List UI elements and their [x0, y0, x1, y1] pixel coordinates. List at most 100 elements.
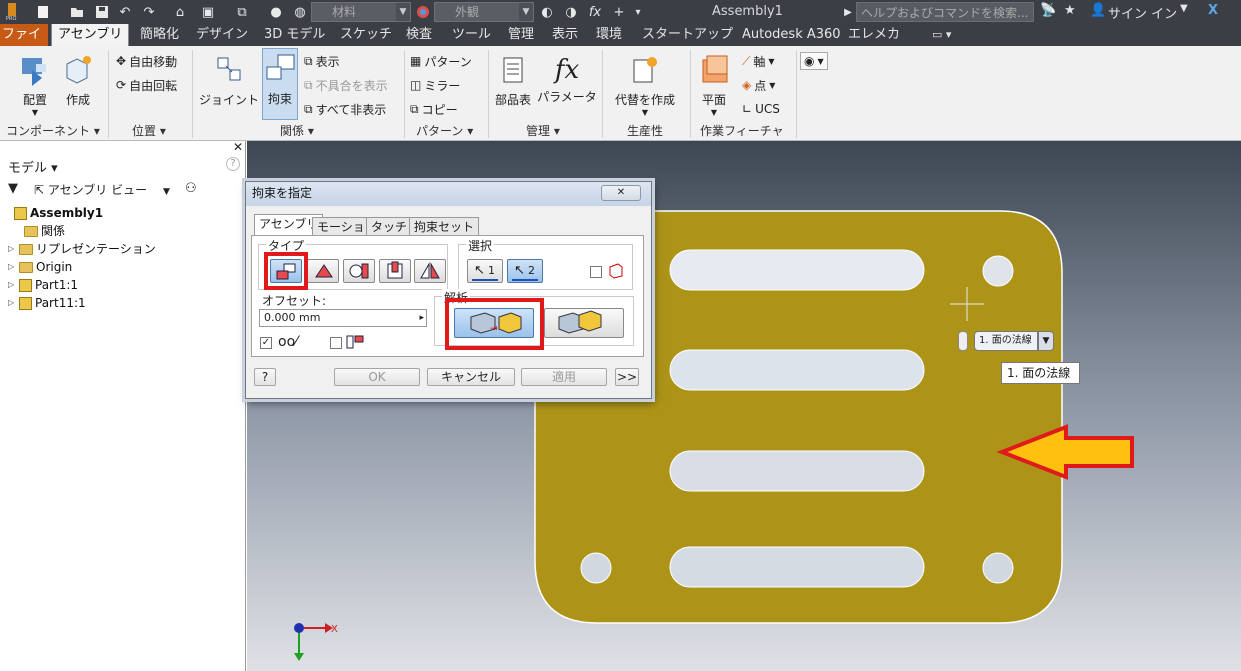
expand-icon[interactable]: ▷	[8, 259, 16, 275]
plane-button[interactable]: 平面 ▼	[694, 52, 734, 117]
tab-inspect[interactable]: 検査	[400, 24, 438, 46]
material-dropdown[interactable]: 材料 ▼	[311, 2, 411, 22]
flush-solution-button[interactable]	[544, 308, 624, 338]
axis-button[interactable]: ⟋ 軸 ▼	[742, 52, 775, 70]
tab-design[interactable]: デザイン	[190, 24, 254, 46]
tangent-constraint-button[interactable]	[343, 259, 375, 283]
pattern-button[interactable]: ▦ パターン	[410, 52, 472, 70]
apply-button[interactable]: 適用	[521, 368, 607, 386]
tree-item-assembly[interactable]: Assembly1	[14, 205, 103, 221]
point-button[interactable]: ◈ 点 ▼	[742, 76, 775, 94]
tab-simplify[interactable]: 簡略化	[134, 24, 185, 46]
insert-constraint-button[interactable]	[379, 259, 411, 283]
symmetry-constraint-button[interactable]	[414, 259, 446, 283]
panel-toggle-icon[interactable]: ▭ ▾	[926, 24, 957, 46]
expand-icon[interactable]: ▷	[8, 277, 16, 293]
panel-relationships-label[interactable]: 関係 ▾	[280, 122, 314, 140]
slot-1[interactable]	[669, 249, 925, 291]
tree-item-part11[interactable]: ▷ Part11:1	[8, 295, 86, 311]
star-icon[interactable]: ★	[1064, 3, 1076, 18]
home-icon[interactable]: ⌂	[172, 3, 188, 21]
help-icon[interactable]: ?	[226, 157, 240, 171]
chevron-right-icon[interactable]: ▸	[419, 310, 424, 326]
free-move-button[interactable]: ✥ 自由移動	[116, 52, 177, 70]
fx-icon[interactable]: fx	[586, 3, 604, 21]
appearance-dropdown[interactable]: 外観 ▼	[434, 2, 534, 22]
predict-offset-checkbox[interactable]	[330, 337, 342, 349]
tree-item-relationships[interactable]: 関係	[24, 223, 65, 239]
show-button[interactable]: ⧉ 表示	[304, 52, 340, 70]
select-filter-icon[interactable]: ⧉	[230, 3, 254, 21]
offset-input[interactable]: 0.000 mm ▸	[259, 309, 427, 327]
slot-4[interactable]	[669, 546, 925, 588]
chip-handle[interactable]	[958, 331, 968, 351]
parameters-button[interactable]: fx パラメータ	[536, 52, 598, 105]
close-icon[interactable]: ✕	[231, 141, 245, 155]
antenna-icon[interactable]: 📡	[1040, 3, 1056, 18]
filter-icon[interactable]: ▼	[8, 181, 18, 196]
tab-sketch[interactable]: スケッチ	[334, 24, 398, 46]
hole-bottom-left[interactable]	[580, 552, 612, 584]
slot-3[interactable]	[669, 450, 925, 492]
tab-view[interactable]: 表示	[546, 24, 584, 46]
plus-icon[interactable]: +	[610, 3, 628, 21]
tab-tools[interactable]: ツール	[446, 24, 497, 46]
app-logo-icon[interactable]: PRO	[4, 3, 20, 21]
tab-elemeca[interactable]: エレメカ	[842, 24, 906, 46]
select-second-button[interactable]: ↖ 2	[507, 259, 543, 283]
free-rotate-button[interactable]: ⟳ 自由回転	[116, 76, 177, 94]
tab-getting-started[interactable]: スタートアップ	[636, 24, 739, 46]
browser-title[interactable]: モデル ▾	[8, 157, 58, 176]
select-first-button[interactable]: ↖ 1	[467, 259, 503, 283]
binoculars-icon[interactable]: ⚇	[185, 181, 197, 196]
chevron-down-icon[interactable]: ▼	[1038, 331, 1054, 351]
adjust-appearance-icon[interactable]: ◐	[538, 3, 556, 21]
ok-button[interactable]: OK	[334, 368, 420, 386]
sign-in-link[interactable]: サイン イン	[1108, 3, 1177, 22]
ucs-button[interactable]: ∟ UCS	[742, 100, 780, 118]
substitute-button[interactable]: 代替を作成 ▼	[610, 52, 680, 117]
new-file-icon[interactable]	[32, 3, 54, 21]
tab-autodesk-a360[interactable]: Autodesk A360	[736, 24, 847, 46]
browser-view-dropdown[interactable]: ⇱ アセンブリ ビュー ▼	[34, 181, 170, 198]
hole-top-right[interactable]	[982, 255, 1014, 287]
options-dropdown[interactable]: ◉ ▼	[800, 52, 828, 70]
create-button[interactable]: 作成	[60, 52, 96, 108]
open-file-icon[interactable]	[68, 3, 86, 21]
mirror-button[interactable]: ◫ ミラー	[410, 76, 460, 94]
save-icon[interactable]	[94, 3, 110, 21]
selection-chip[interactable]: 1. 面の法線 ▼	[958, 331, 1054, 351]
tree-item-origin[interactable]: ▷ Origin	[8, 259, 72, 275]
show-preview-checkbox[interactable]: ✓	[260, 337, 272, 349]
tab-constraint-set[interactable]: 拘束セット	[409, 217, 480, 236]
exchange-icon[interactable]: X	[1208, 3, 1218, 18]
hide-all-button[interactable]: ⧉ すべて非表示	[304, 100, 386, 118]
panel-position-label[interactable]: 位置 ▾	[132, 122, 166, 140]
help-search-input[interactable]: ヘルプおよびコマンドを検索...	[856, 2, 1034, 22]
hole-bottom-right[interactable]	[982, 552, 1014, 584]
more-button[interactable]: >>	[615, 368, 639, 386]
tab-environments[interactable]: 環境	[590, 24, 628, 46]
bom-button[interactable]: 部品表	[492, 52, 534, 108]
update-icon[interactable]: ●	[265, 3, 287, 21]
customize-icon[interactable]: ▾	[630, 3, 646, 21]
chevron-right-icon[interactable]: ▶	[842, 3, 854, 21]
cancel-button[interactable]: キャンセル	[427, 368, 515, 386]
expand-icon[interactable]: ▷	[8, 295, 16, 311]
undo-icon[interactable]: ↶	[116, 3, 134, 21]
tab-manage[interactable]: 管理	[502, 24, 540, 46]
clear-appearance-icon[interactable]: ◑	[562, 3, 580, 21]
joint-button[interactable]: ジョイント	[196, 52, 262, 108]
tab-assembly[interactable]: アセンブリ	[51, 24, 130, 46]
tab-file[interactable]: ファイル	[0, 24, 48, 64]
expand-icon[interactable]: ▷	[8, 241, 16, 257]
place-button[interactable]: 配置 ▼	[14, 52, 56, 117]
help-button[interactable]: ?	[254, 368, 276, 386]
angle-constraint-button[interactable]	[307, 259, 339, 283]
panel-pattern-label[interactable]: パターン ▾	[416, 122, 473, 140]
panel-manage-label[interactable]: 管理 ▾	[526, 122, 560, 140]
tree-item-part1[interactable]: ▷ Part1:1	[8, 277, 78, 293]
chevron-down-icon[interactable]: ▼	[1180, 3, 1188, 14]
slot-2[interactable]	[669, 349, 925, 391]
image-icon[interactable]: ▣	[196, 3, 220, 21]
